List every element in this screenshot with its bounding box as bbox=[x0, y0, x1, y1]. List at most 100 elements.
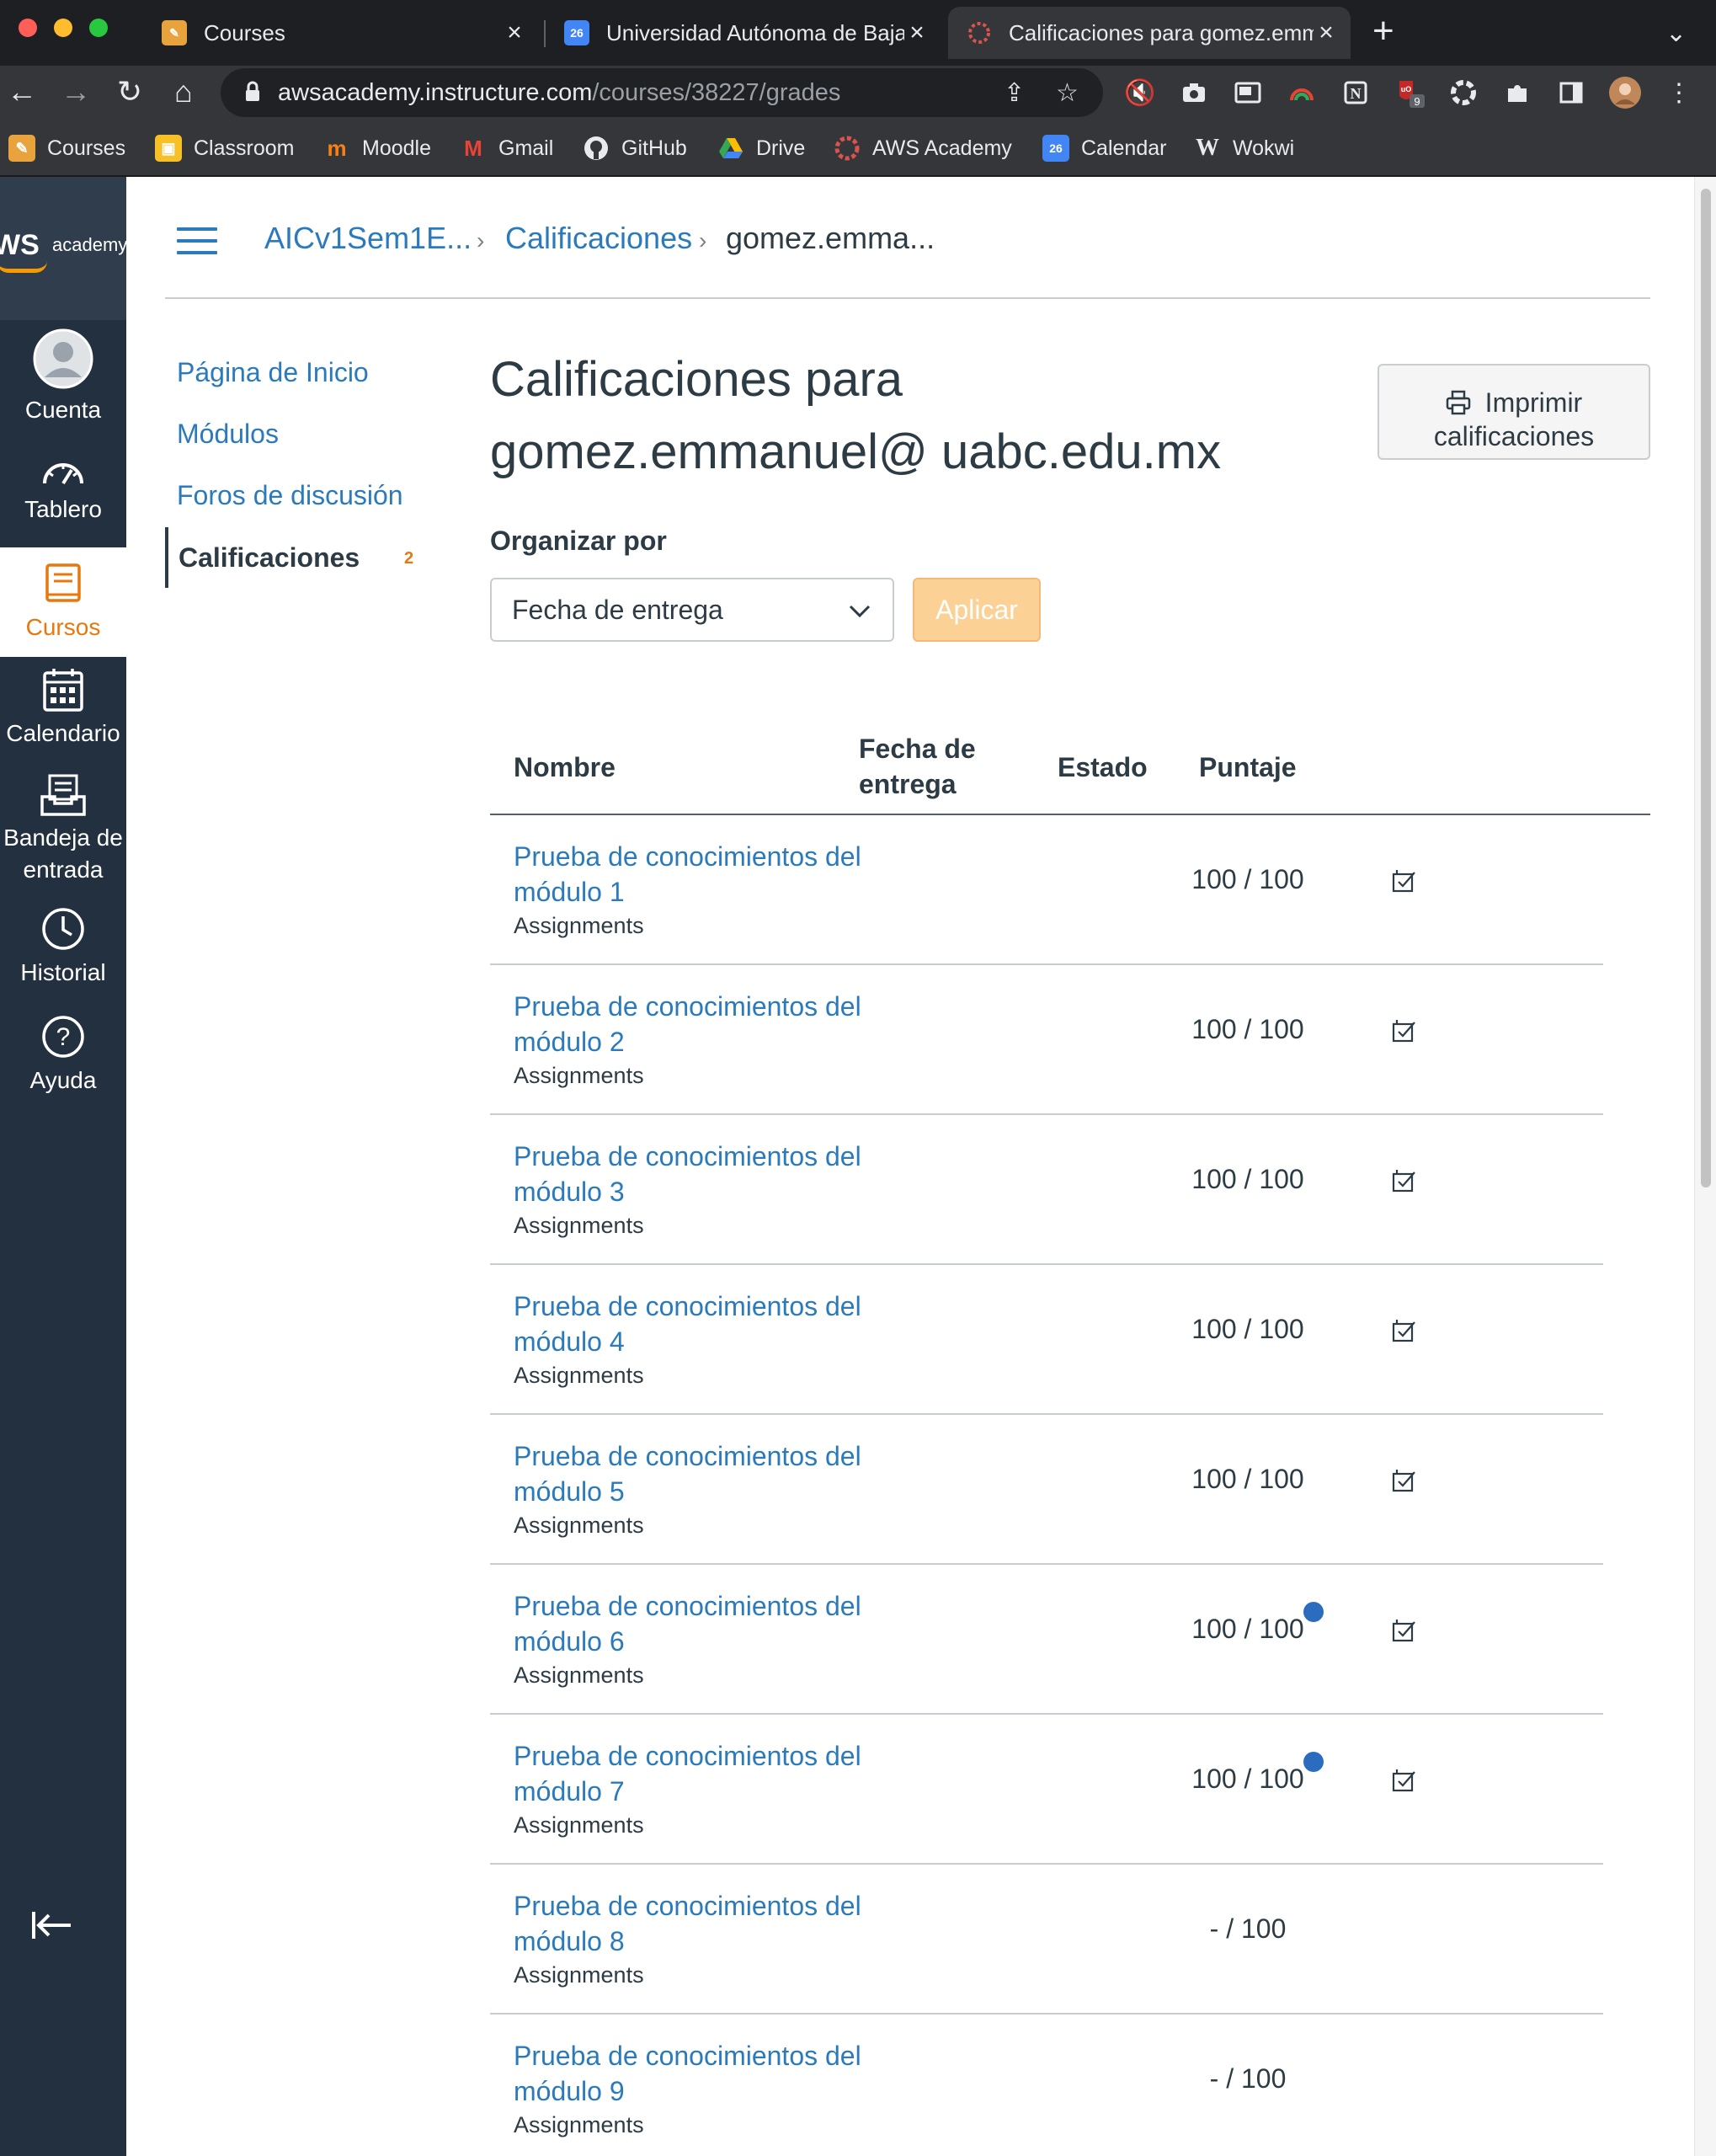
course-nav-grades[interactable]: Calificaciones bbox=[165, 527, 360, 588]
global-nav-history[interactable]: Historial bbox=[0, 906, 126, 1007]
bookmark-aws-academy[interactable]: AWS Academy bbox=[834, 133, 1012, 163]
score-details-icon[interactable] bbox=[1389, 1016, 1420, 1046]
browser-tab[interactable]: ✎ Courses × bbox=[143, 7, 539, 59]
breadcrumb-course[interactable]: AICv1Sem1E... bbox=[264, 221, 472, 256]
logo-word: WS bbox=[0, 229, 40, 261]
close-tab-icon[interactable]: × bbox=[1314, 19, 1339, 47]
course-nav-modules[interactable]: Módulos bbox=[177, 419, 279, 450]
score-details-icon[interactable] bbox=[1389, 866, 1420, 896]
global-nav-label: Bandeja de entrada bbox=[3, 825, 123, 883]
aws-academy-logo[interactable]: WS academy bbox=[0, 177, 126, 320]
score-value: 100 / 100 bbox=[1191, 864, 1304, 894]
table-row: Prueba de conocimientos del módulo 9 Ass… bbox=[490, 2015, 1603, 2156]
course-nav-discussions[interactable]: Foros de discusión bbox=[177, 480, 403, 511]
courses-bookmark-icon: ✎ bbox=[8, 135, 35, 162]
assignment-link[interactable]: Prueba de conocimientos del módulo 2 bbox=[514, 989, 867, 1059]
aws-favicon-icon bbox=[967, 20, 992, 45]
extensions-puzzle-icon[interactable] bbox=[1500, 76, 1534, 109]
bookmark-courses[interactable]: ✎ Courses bbox=[8, 133, 125, 163]
tab-title: Courses bbox=[204, 19, 285, 45]
address-bar[interactable]: awsacademy.instructure.com/courses/38227… bbox=[221, 68, 1103, 117]
assignment-context: Assignments bbox=[514, 2112, 644, 2137]
tab-title: Universidad Autónoma de Baja bbox=[606, 19, 904, 45]
bookmark-label: Gmail bbox=[498, 136, 554, 160]
lifebuoy-extension-icon[interactable] bbox=[1447, 76, 1480, 109]
lock-icon bbox=[246, 81, 259, 101]
breadcrumb-current: gomez.emma... bbox=[726, 221, 935, 255]
bookmark-classroom[interactable]: ▣ Classroom bbox=[155, 133, 294, 163]
global-nav-calendar[interactable]: Calendario bbox=[0, 659, 126, 760]
minimize-window-button[interactable] bbox=[54, 19, 72, 37]
column-header-due: Fecha de entrega bbox=[859, 734, 976, 799]
assignment-link[interactable]: Prueba de conocimientos del módulo 9 bbox=[514, 2038, 867, 2109]
assignment-link[interactable]: Prueba de conocimientos del módulo 3 bbox=[514, 1139, 867, 1209]
rainbow-extension-icon[interactable] bbox=[1285, 76, 1319, 109]
score-details-icon[interactable] bbox=[1389, 1166, 1420, 1196]
close-tab-icon[interactable]: × bbox=[502, 19, 527, 47]
forward-button[interactable]: → bbox=[57, 74, 94, 109]
ublock-icon[interactable]: uO 9 bbox=[1393, 76, 1426, 109]
course-menu-toggle-icon[interactable] bbox=[177, 227, 217, 254]
close-tab-icon[interactable]: × bbox=[904, 19, 930, 47]
assignment-link[interactable]: Prueba de conocimientos del módulo 4 bbox=[514, 1289, 867, 1359]
notion-icon[interactable]: N bbox=[1339, 76, 1372, 109]
profile-avatar-icon[interactable] bbox=[1608, 76, 1642, 109]
table-row: Prueba de conocimientos del módulo 5 Ass… bbox=[490, 1415, 1603, 1565]
browser-tab[interactable]: 26 Universidad Autónoma de Baja × bbox=[546, 7, 941, 59]
courses-icon bbox=[45, 563, 81, 602]
assignment-context: Assignments bbox=[514, 1063, 644, 1088]
column-header-name: Nombre bbox=[514, 752, 616, 782]
print-grades-button[interactable]: Imprimir calificaciones bbox=[1378, 364, 1650, 460]
tab-search-chevron-icon[interactable]: ⌄ bbox=[1665, 19, 1687, 48]
bookmark-wokwi[interactable]: W Wokwi bbox=[1194, 133, 1294, 163]
score-details-icon[interactable] bbox=[1389, 1465, 1420, 1496]
global-nav-account[interactable]: Cuenta bbox=[0, 328, 126, 430]
score-details-icon[interactable] bbox=[1389, 1765, 1420, 1796]
bookmark-moodle[interactable]: m Moodle bbox=[323, 133, 431, 163]
bookmark-calendar[interactable]: 26 Calendar bbox=[1042, 133, 1166, 163]
bookmark-star-icon[interactable]: ☆ bbox=[1056, 78, 1079, 108]
browser-tab-bar: ✎ Courses × 26 Universidad Autónoma de B… bbox=[0, 0, 1716, 66]
home-button[interactable]: ⌂ bbox=[165, 74, 202, 109]
help-icon: ? bbox=[42, 1016, 84, 1058]
reload-button[interactable]: ↻ bbox=[111, 74, 148, 109]
camera-icon[interactable] bbox=[1177, 76, 1211, 109]
apply-button[interactable]: Aplicar bbox=[913, 578, 1041, 642]
close-window-button[interactable] bbox=[19, 19, 37, 37]
browser-menu-icon[interactable]: ⋮ bbox=[1662, 76, 1696, 109]
history-icon bbox=[42, 908, 84, 950]
assignment-link[interactable]: Prueba de conocimientos del módulo 5 bbox=[514, 1438, 867, 1509]
share-icon[interactable]: ⇪ bbox=[1004, 78, 1025, 108]
global-nav-dashboard[interactable]: Tablero bbox=[0, 455, 126, 547]
sort-by-select[interactable]: Fecha de entrega bbox=[490, 578, 894, 642]
zoom-window-button[interactable] bbox=[89, 19, 108, 37]
svg-text:N: N bbox=[1351, 85, 1362, 102]
assignment-link[interactable]: Prueba de conocimientos del módulo 1 bbox=[514, 839, 867, 910]
assignment-link[interactable]: Prueba de conocimientos del módulo 7 bbox=[514, 1738, 867, 1809]
picture-in-picture-icon[interactable] bbox=[1231, 76, 1265, 109]
score-details-icon[interactable] bbox=[1389, 1615, 1420, 1646]
global-nav-inbox[interactable]: Bandeja de entrada bbox=[0, 766, 126, 893]
browser-tab-active[interactable]: Calificaciones para gomez.emm × bbox=[948, 7, 1351, 59]
column-header-status: Estado bbox=[1058, 752, 1148, 782]
bookmark-drive[interactable]: Drive bbox=[717, 133, 805, 163]
global-nav-help[interactable]: ? Ayuda bbox=[0, 1014, 126, 1115]
assignment-link[interactable]: Prueba de conocimientos del módulo 8 bbox=[514, 1888, 867, 1959]
page-title: Calificaciones para gomez.emmanuel@ uabc… bbox=[490, 352, 1222, 479]
page-scrollbar[interactable] bbox=[1694, 177, 1716, 2156]
score-details-icon[interactable] bbox=[1389, 1315, 1420, 1346]
course-nav-home[interactable]: Página de Inicio bbox=[177, 357, 369, 388]
collapse-nav-icon[interactable] bbox=[30, 1908, 74, 1951]
breadcrumb-grades[interactable]: Calificaciones bbox=[505, 221, 692, 256]
bookmark-github[interactable]: GitHub bbox=[583, 133, 687, 163]
mute-tab-icon[interactable]: 🔇 bbox=[1123, 76, 1157, 109]
side-panel-icon[interactable] bbox=[1554, 76, 1588, 109]
bookmark-gmail[interactable]: M Gmail bbox=[460, 133, 553, 163]
global-nav-courses[interactable]: Cursos bbox=[0, 547, 126, 657]
new-tab-button[interactable]: + bbox=[1372, 10, 1394, 52]
table-row: Prueba de conocimientos del módulo 2 Ass… bbox=[490, 965, 1603, 1115]
assignment-link[interactable]: Prueba de conocimientos del módulo 6 bbox=[514, 1588, 867, 1659]
drive-icon bbox=[717, 135, 744, 162]
scrollbar-thumb[interactable] bbox=[1701, 189, 1711, 1187]
back-button[interactable]: ← bbox=[3, 74, 40, 109]
